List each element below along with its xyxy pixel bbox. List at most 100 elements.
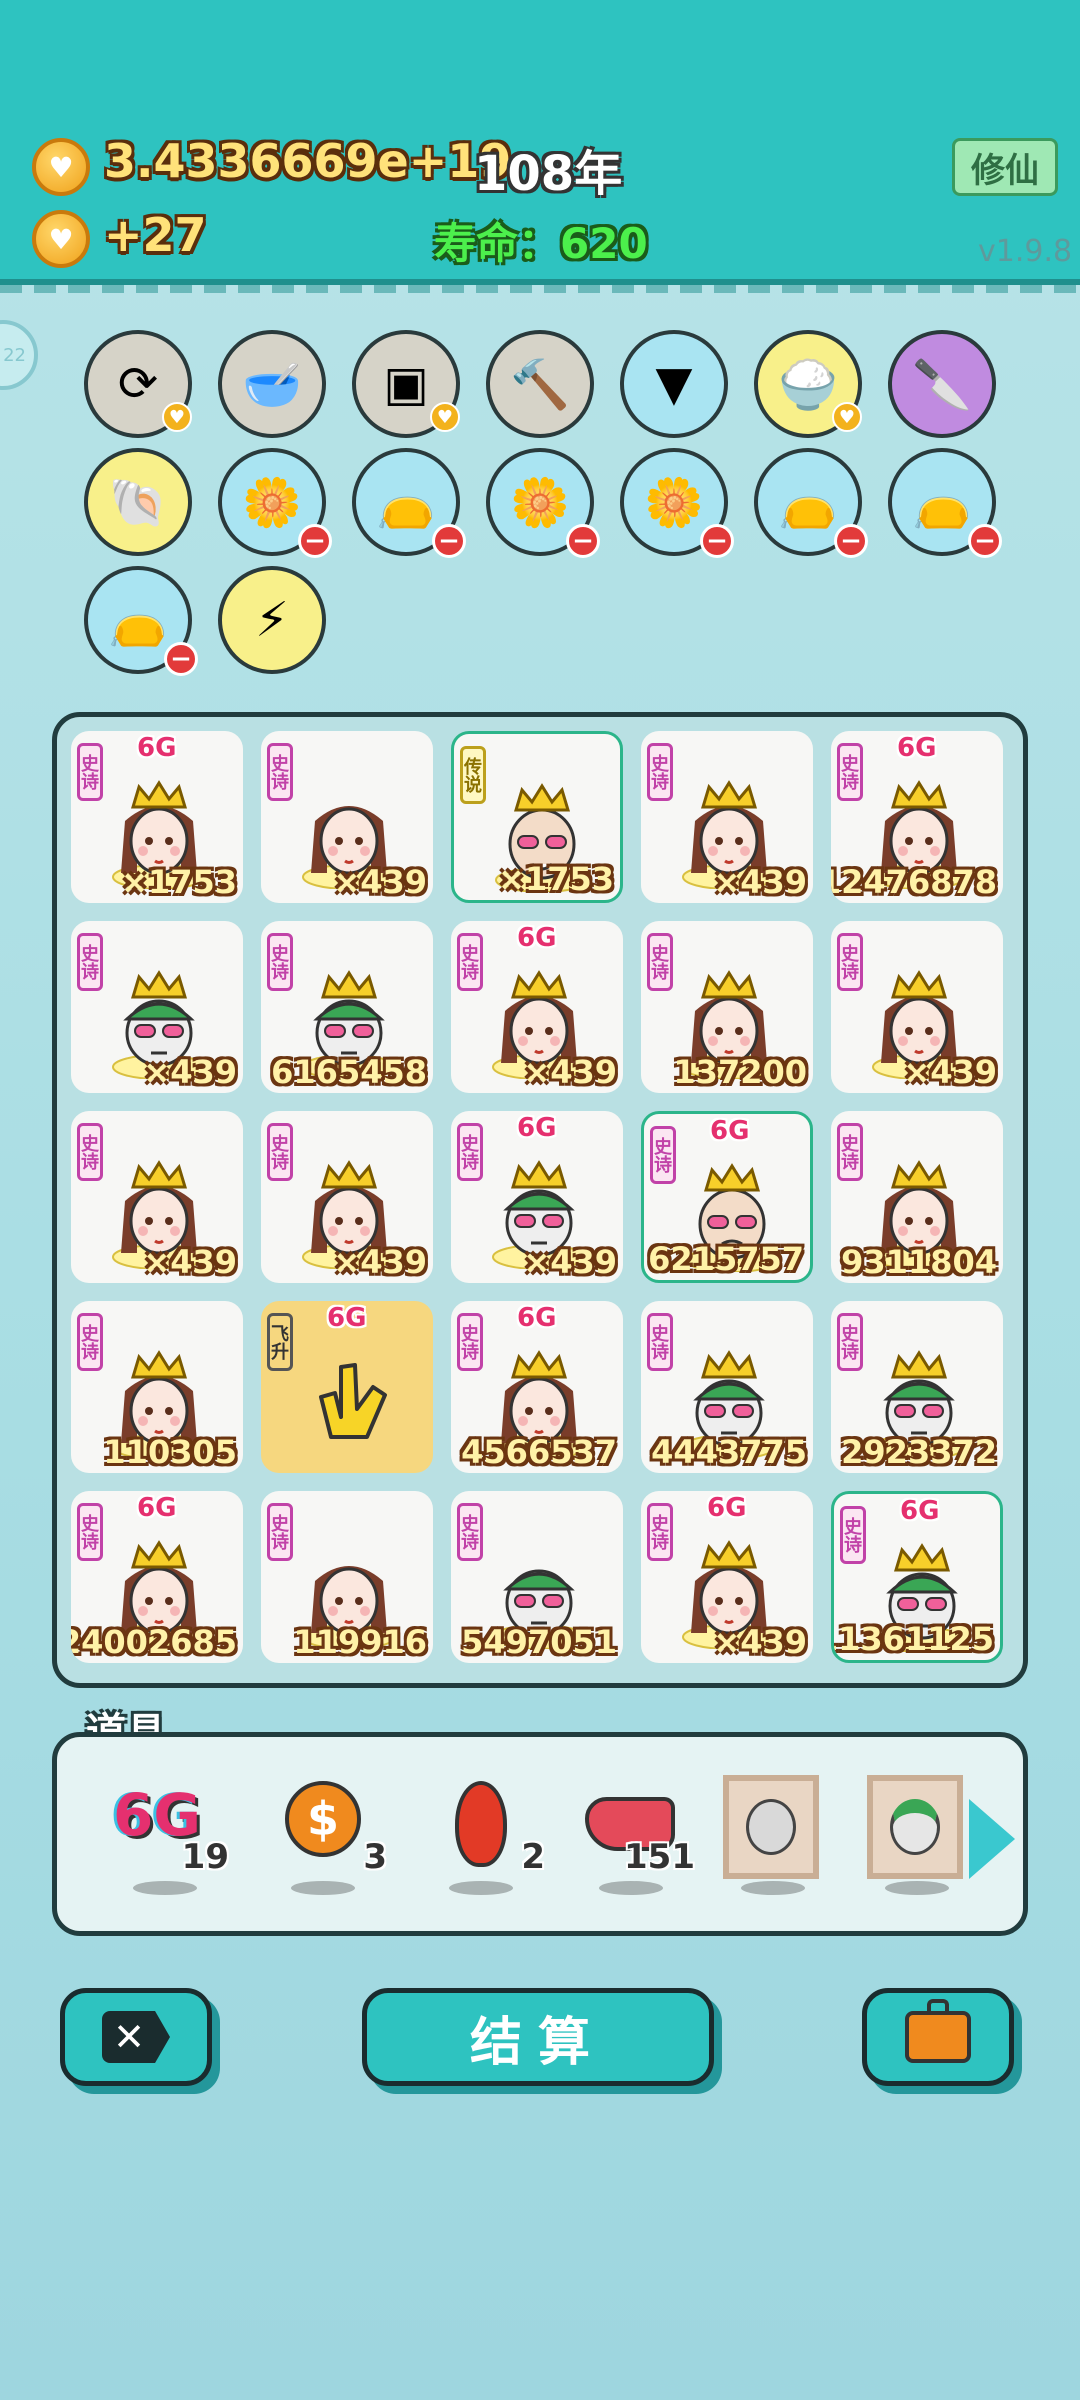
item-6g[interactable]: 6G 19: [113, 1775, 229, 1895]
skill-slot[interactable]: 🐚: [84, 448, 192, 556]
grid-cell[interactable]: 史诗 9311804: [831, 1111, 1003, 1283]
cell-amount: ×439: [143, 1243, 237, 1281]
rarity-tag: 史诗: [837, 933, 863, 991]
skirt-icon: ▼: [655, 356, 693, 412]
remove-badge-icon[interactable]: −: [432, 524, 466, 558]
cell-amount: 24002685: [71, 1623, 237, 1661]
cell-amount: 11361125: [831, 1620, 994, 1658]
cell-amount: 12476878: [831, 863, 997, 901]
grid-cell[interactable]: 史诗 6165458: [261, 921, 433, 1093]
xiuxian-button[interactable]: 修仙: [952, 138, 1058, 196]
skill-slot[interactable]: 👝 −: [84, 566, 198, 676]
lightning-icon: ⚡: [255, 592, 289, 648]
remove-badge-icon[interactable]: −: [968, 524, 1002, 558]
grid-cell[interactable]: 史诗 ×439: [261, 1111, 433, 1283]
cell-amount: 6215757: [648, 1240, 804, 1278]
settle-button[interactable]: 结算: [362, 1988, 714, 2086]
hammer-icon: 🔨: [510, 356, 570, 413]
rarity-tag: 史诗: [837, 1123, 863, 1181]
grid-cell[interactable]: 史诗 137200: [641, 921, 813, 1093]
remove-badge-icon[interactable]: −: [834, 524, 868, 558]
grid-cell[interactable]: 史诗 6G 6215757: [641, 1111, 813, 1283]
rarity-tag: 史诗: [457, 1503, 483, 1561]
grid-cell[interactable]: 史诗 ×439: [71, 921, 243, 1093]
rarity-tag: 史诗: [77, 933, 103, 991]
skill-slot[interactable]: ⟳ ♥: [84, 330, 192, 438]
cell-amount: ×439: [143, 1053, 237, 1091]
cell-amount: ×439: [713, 1623, 807, 1661]
money-bag-icon: 👝: [778, 474, 838, 531]
skill-slot[interactable]: 🌼 −: [218, 448, 332, 558]
6g-badge: 6G: [900, 1496, 940, 1526]
cell-amount: ×1753: [121, 863, 237, 901]
cell-amount: ×439: [713, 863, 807, 901]
skill-slot[interactable]: 🥣: [218, 330, 326, 438]
grid-cell[interactable]: 史诗 2923372: [831, 1301, 1003, 1473]
skill-slot[interactable]: 🌼 −: [620, 448, 734, 558]
grid-cell[interactable]: 史诗 110305: [71, 1301, 243, 1473]
flower-pot-icon: 🌼: [510, 474, 570, 531]
remove-badge-icon[interactable]: −: [700, 524, 734, 558]
lifespan-label: 寿命：620: [434, 219, 648, 268]
rarity-tag: 史诗: [647, 1313, 673, 1371]
skill-slot[interactable]: 👝 −: [888, 448, 1002, 558]
cell-amount: 137200: [673, 1053, 807, 1091]
6g-badge: 6G: [137, 1493, 177, 1523]
money-bag-icon: 👝: [108, 592, 168, 649]
grid-cell[interactable]: 史诗 6G ×1753: [71, 731, 243, 903]
rarity-tag: 史诗: [77, 1313, 103, 1371]
6g-badge: 6G: [137, 733, 177, 763]
skill-slot[interactable]: 👝 −: [352, 448, 466, 558]
remove-badge-icon[interactable]: −: [566, 524, 600, 558]
food-bowl-icon: 🥣: [242, 356, 302, 413]
grid-cell[interactable]: 史诗 6G ×439: [641, 1491, 813, 1663]
skill-slot[interactable]: 🍚 ♥: [754, 330, 862, 438]
item-liver[interactable]: 151: [579, 1775, 695, 1895]
6g-badge: 6G: [517, 1303, 557, 1333]
items-scroll-right-icon[interactable]: [969, 1799, 1015, 1879]
item-coin[interactable]: $ 3: [271, 1775, 387, 1895]
grid-cell[interactable]: 史诗 4443775: [641, 1301, 813, 1473]
skill-slot[interactable]: 👝 −: [754, 448, 868, 558]
grid-cell[interactable]: 传说 ×1753: [451, 731, 623, 903]
grid-cell[interactable]: 史诗 6G 4566537: [451, 1301, 623, 1473]
grid-cell[interactable]: 史诗 ×439: [71, 1111, 243, 1283]
skill-slot[interactable]: ⚡: [218, 566, 326, 674]
grid-cell[interactable]: 史诗 6G 12476878: [831, 731, 1003, 903]
bag-button[interactable]: [862, 1988, 1014, 2086]
grid-cell[interactable]: 史诗 ×439: [641, 731, 813, 903]
item-portrait-man[interactable]: [865, 1775, 965, 1895]
grid-cell[interactable]: 史诗 6G ×439: [451, 1111, 623, 1283]
close-button[interactable]: ✕: [60, 1988, 212, 2086]
skill-slot[interactable]: ▼: [620, 330, 728, 438]
rarity-tag: 史诗: [647, 1503, 673, 1561]
skill-slot[interactable]: 🔪: [888, 330, 996, 438]
skill-slot[interactable]: 🔨: [486, 330, 594, 438]
grid-cell[interactable]: 史诗 6G ×439: [451, 921, 623, 1093]
side-level-badge[interactable]: 22: [0, 320, 38, 390]
remove-badge-icon[interactable]: −: [164, 642, 198, 676]
grid-cell[interactable]: 史诗 ×439: [261, 731, 433, 903]
rarity-tag: 飞升: [267, 1313, 293, 1371]
grid-cell[interactable]: 史诗 119916: [261, 1491, 433, 1663]
grid-cell[interactable]: 史诗 6G 24002685: [71, 1491, 243, 1663]
flower-pot-icon: 🌼: [644, 474, 704, 531]
item-portrait-old[interactable]: [721, 1775, 821, 1895]
rarity-tag: 史诗: [650, 1126, 676, 1184]
rarity-tag: 史诗: [837, 743, 863, 801]
skill-slot[interactable]: ▣ ♥: [352, 330, 460, 438]
rarity-tag: 史诗: [840, 1506, 866, 1564]
sugar-cubes-icon: ▣: [383, 356, 429, 412]
close-tag-icon: ✕: [102, 2011, 170, 2063]
rice-bowl-icon: 🍚: [778, 356, 838, 413]
skill-slot[interactable]: 🌼 −: [486, 448, 600, 558]
grid-cell[interactable]: 飞升 6G: [261, 1301, 433, 1473]
remove-badge-icon[interactable]: −: [298, 524, 332, 558]
grid-cell[interactable]: 史诗 6G 11361125: [831, 1491, 1003, 1663]
grid-cell[interactable]: 史诗 5497051: [451, 1491, 623, 1663]
cell-amount: 4443775: [651, 1433, 807, 1471]
cell-amount: 119916: [293, 1623, 427, 1661]
item-chili[interactable]: 2: [429, 1775, 545, 1895]
chili-pepper-icon: [455, 1781, 507, 1867]
grid-cell[interactable]: 史诗 ×439: [831, 921, 1003, 1093]
